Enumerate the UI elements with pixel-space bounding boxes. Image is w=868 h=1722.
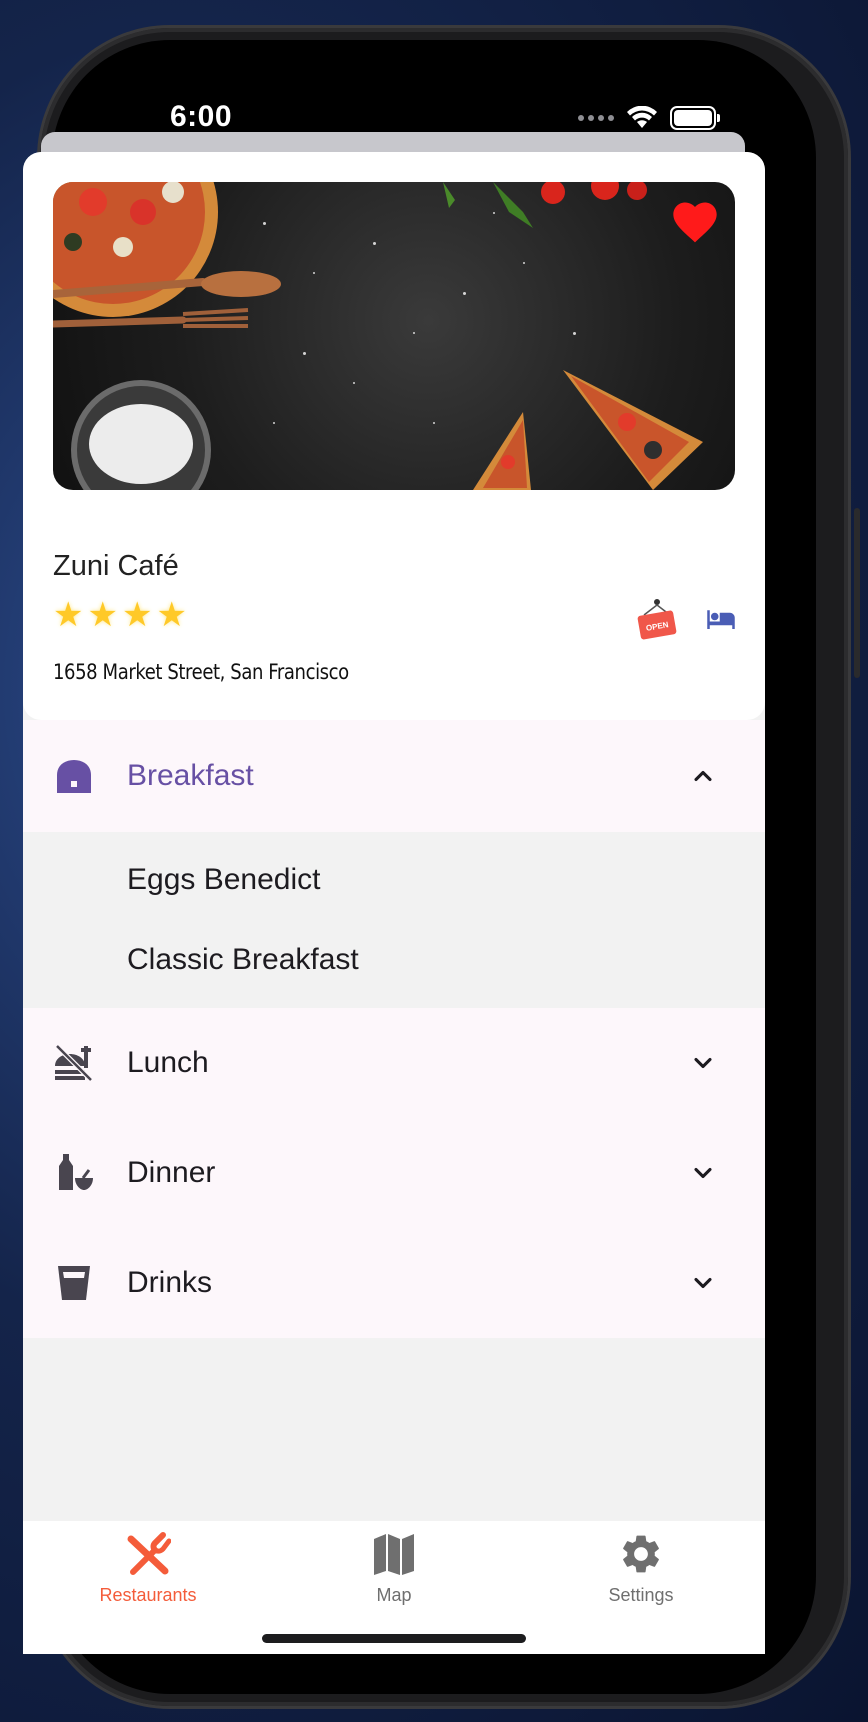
restaurant-icon: [127, 1532, 171, 1575]
battery-icon: [670, 106, 720, 130]
section-label: Drinks: [127, 1266, 213, 1299]
power-button: [854, 508, 860, 678]
pizza-illustration: [53, 182, 703, 490]
section-drinks[interactable]: Drinks: [23, 1228, 765, 1338]
chevron-up-icon[interactable]: [689, 762, 717, 790]
tab-label: Map: [376, 1585, 412, 1605]
menu-item-classic-breakfast[interactable]: Classic Breakfast: [23, 920, 765, 1000]
no-food-icon: [55, 1044, 93, 1082]
restaurant-photo: [53, 182, 735, 490]
section-lunch[interactable]: Lunch: [23, 1008, 765, 1118]
tab-label: Restaurants: [99, 1585, 197, 1605]
chef-hat-icon: [57, 760, 91, 793]
favorite-heart-icon[interactable]: [669, 196, 721, 248]
section-label: Dinner: [127, 1156, 216, 1189]
restaurant-address: 1658 Market Street, San Francisco: [53, 660, 349, 684]
tab-settings[interactable]: Settings: [561, 1531, 721, 1606]
rating-stars: ★ ★ ★ ★: [53, 598, 187, 632]
section-label: Lunch: [127, 1046, 209, 1079]
tab-label: Settings: [608, 1585, 674, 1605]
tab-map[interactable]: Map: [314, 1531, 474, 1606]
map-icon: [374, 1534, 414, 1575]
section-dinner[interactable]: Dinner: [23, 1118, 765, 1228]
restaurant-name: Zuni Café: [53, 550, 179, 582]
chevron-down-icon[interactable]: [689, 1049, 717, 1077]
restaurant-detail-sheet: Zuni Café ★ ★ ★ ★ 1658 Market Street, Sa…: [23, 152, 765, 1654]
chevron-down-icon[interactable]: [689, 1269, 717, 1297]
menu-accordion: Breakfast Eggs Benedict Classic Breakfas…: [23, 720, 765, 1338]
signal-icon: [578, 115, 614, 121]
breakfast-items: Eggs Benedict Classic Breakfast: [23, 832, 765, 1008]
home-indicator[interactable]: [262, 1634, 526, 1643]
status-icons: [578, 106, 720, 130]
section-label: Breakfast: [127, 759, 254, 792]
star-icon: ★: [156, 596, 187, 634]
star-icon: ★: [53, 596, 84, 634]
chevron-down-icon[interactable]: [689, 1159, 717, 1187]
section-breakfast[interactable]: Breakfast: [23, 720, 765, 832]
gear-icon: [623, 1535, 659, 1573]
star-icon: ★: [87, 596, 118, 634]
tab-restaurants[interactable]: Restaurants: [68, 1531, 228, 1606]
status-time: 6:00: [170, 100, 233, 133]
liquor-icon: [59, 1154, 93, 1190]
star-icon: ★: [121, 596, 153, 634]
menu-item-eggs-benedict[interactable]: Eggs Benedict: [23, 840, 765, 920]
restaurant-card: Zuni Café ★ ★ ★ ★ 1658 Market Street, Sa…: [23, 152, 765, 720]
drink-glass-icon: [58, 1266, 90, 1300]
wifi-icon: [627, 106, 657, 128]
open-sign-icon: OPEN: [637, 599, 677, 640]
bed-icon: [707, 610, 735, 629]
